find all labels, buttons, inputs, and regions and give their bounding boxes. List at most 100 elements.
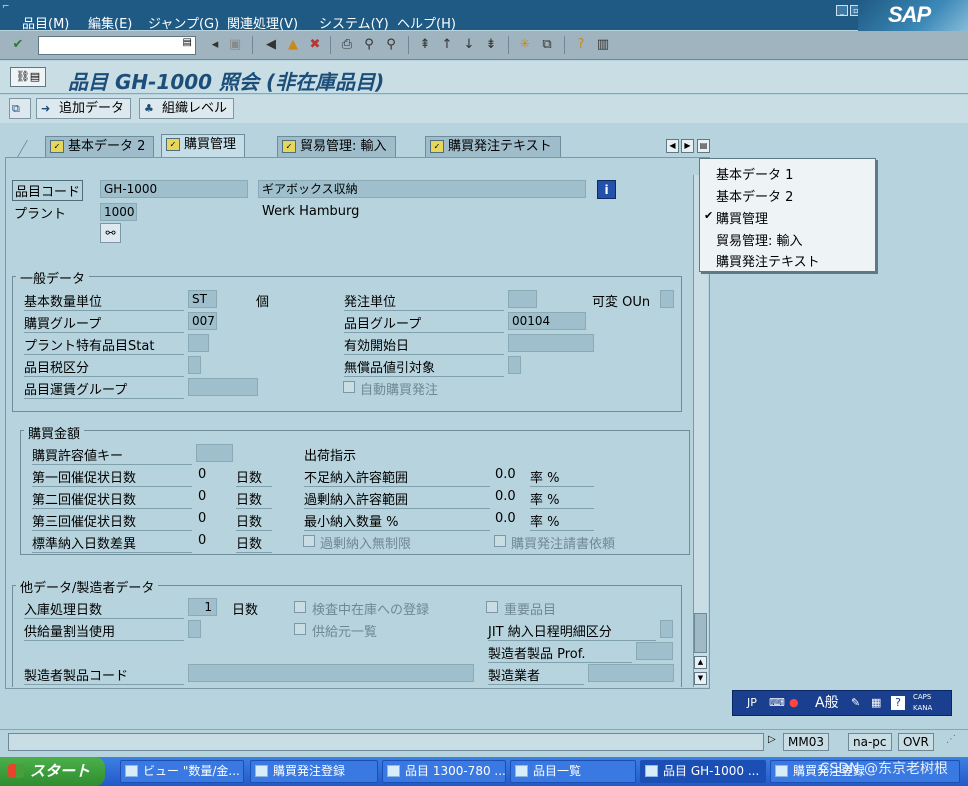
gr-processing-time-field[interactable]: 1 xyxy=(188,598,217,616)
ime-dictionary-icon[interactable]: ▦ xyxy=(871,691,881,715)
variable-order-unit-field[interactable] xyxy=(660,290,674,308)
tab-view-icon: ✓ xyxy=(166,138,180,151)
post-to-inspection-checkbox[interactable] xyxy=(294,601,306,613)
critical-part-checkbox[interactable] xyxy=(486,601,498,613)
system-menu-icon[interactable]: ⌐ xyxy=(2,2,10,12)
plant-field[interactable]: 1000 xyxy=(100,203,137,221)
purchasing-group-field[interactable]: 007 xyxy=(188,312,217,330)
other-material-button[interactable]: ⧉ xyxy=(9,98,31,119)
tab-purchase-order-text[interactable]: ✓ 購買発注テキスト xyxy=(425,136,561,157)
toolbar-separator xyxy=(408,36,409,54)
status-message xyxy=(8,733,764,751)
cancel-icon[interactable]: ✖ xyxy=(306,36,324,54)
tolerance-key-field[interactable] xyxy=(196,444,233,462)
quota-usage-field[interactable] xyxy=(188,620,201,638)
additional-data-label: 追加データ xyxy=(59,101,125,116)
find-next-icon[interactable]: ⚲ xyxy=(382,36,400,54)
info-icon[interactable]: i xyxy=(597,180,616,199)
shortcut-icon[interactable]: ⧉ xyxy=(538,36,556,54)
source-list-checkbox[interactable] xyxy=(294,623,306,635)
mpn-profile-field[interactable] xyxy=(636,642,673,660)
exit-icon[interactable]: ▲ xyxy=(284,36,302,54)
scroll-down-icon[interactable]: ▼ xyxy=(694,672,707,685)
ime-toolbar: JP ⌨ ● A般 ✎ ▦ ? CAPS KANA xyxy=(732,690,952,716)
tab-label: 貿易管理: 輸入 xyxy=(300,139,387,154)
glasses-icon[interactable]: ⚯ xyxy=(100,223,121,243)
last-page-icon[interactable]: ⇟ xyxy=(482,36,500,54)
menu-edit[interactable]: 編集(E) xyxy=(88,13,132,32)
help-icon[interactable]: ? xyxy=(572,36,590,54)
material-field[interactable]: GH-1000 xyxy=(100,180,248,198)
menu-help[interactable]: ヘルプ(H) xyxy=(397,13,456,32)
scroll-up-icon[interactable]: ▲ xyxy=(694,656,707,669)
menu-material[interactable]: 品目(M) xyxy=(22,13,69,32)
tab-purchasing[interactable]: ✓ 購買管理 xyxy=(161,134,246,158)
layout-menu-icon[interactable]: ▥ xyxy=(594,36,612,54)
enter-icon[interactable]: ✔ xyxy=(9,36,27,54)
tab-foreign-trade-import[interactable]: ✓ 貿易管理: 輸入 xyxy=(277,136,396,157)
menu-system[interactable]: システム(Y) xyxy=(319,13,389,32)
taskbar-item[interactable]: 品目一覧 xyxy=(510,760,636,783)
valid-from-field[interactable] xyxy=(508,334,594,352)
dropdown-item-purchasing[interactable]: 購買管理 xyxy=(716,208,768,227)
minimize-icon[interactable]: _ xyxy=(836,5,848,16)
plant-material-status-field[interactable] xyxy=(188,334,209,352)
base-uom-field[interactable]: ST xyxy=(188,290,217,308)
dropdown-item-foreign-trade-import[interactable]: 貿易管理: 輸入 xyxy=(716,230,803,249)
material-label: 品目コード xyxy=(12,180,84,201)
first-page-icon[interactable]: ⇞ xyxy=(416,36,434,54)
ime-pad-icon[interactable]: ● xyxy=(789,691,799,715)
org-levels-button[interactable]: ♣ 組織レベル xyxy=(139,98,235,119)
menu-tree-icon[interactable]: ⛓▤ xyxy=(10,67,46,87)
ime-input-mode[interactable]: A般 xyxy=(815,691,839,715)
discount-in-kind-field[interactable] xyxy=(508,356,521,374)
auto-po-checkbox[interactable] xyxy=(343,381,355,393)
tab-scroll-right-icon[interactable]: ▶ xyxy=(681,139,694,153)
material-group-field[interactable]: 00104 xyxy=(508,312,586,330)
unlimited-overdelivery-checkbox[interactable] xyxy=(303,535,315,547)
dropdown-item-po-text[interactable]: 購買発注テキスト xyxy=(716,251,820,270)
mpn-field[interactable] xyxy=(188,664,474,682)
additional-data-button[interactable]: ➜ 追加データ xyxy=(36,98,132,119)
start-button[interactable]: スタート xyxy=(0,757,105,786)
tab-scroll-left-icon[interactable]: ◀ xyxy=(666,139,679,153)
print-icon[interactable]: ⎙ xyxy=(338,36,356,54)
menu-goto[interactable]: ジャンプ(G) xyxy=(148,13,219,32)
next-page-icon[interactable]: ↓ xyxy=(460,36,478,54)
taskbar-item[interactable]: 購買発注登録 xyxy=(250,760,378,783)
menu-environment[interactable]: 関連処理(V) xyxy=(227,13,298,32)
keyboard-icon[interactable]: ⌨ xyxy=(769,691,785,715)
ime-help-icon[interactable]: ? xyxy=(891,696,905,710)
ime-tools-icon[interactable]: ✎ xyxy=(851,691,860,715)
manufacturer-field[interactable] xyxy=(588,664,674,682)
previous-page-icon[interactable]: ↑ xyxy=(438,36,456,54)
command-field[interactable]: ▤ xyxy=(38,36,196,55)
freight-group-field[interactable] xyxy=(188,378,258,396)
scrollbar-thumb[interactable] xyxy=(694,613,707,653)
material-description-field[interactable]: ギアボックス収納 xyxy=(258,180,586,198)
order-unit-field[interactable] xyxy=(508,290,537,308)
taskbar-item-active[interactable]: 品目 GH-1000 ... xyxy=(640,760,766,783)
tax-indicator-field[interactable] xyxy=(188,356,201,374)
save-icon[interactable]: ▣ xyxy=(226,36,244,54)
taskbar-item[interactable]: ビュー "数量/金... xyxy=(120,760,244,783)
history-icon[interactable]: ▤ xyxy=(183,37,192,48)
tab-overflow-marker xyxy=(17,140,45,157)
taskbar-item[interactable]: 品目 1300-780 ... xyxy=(382,760,506,783)
new-session-icon[interactable]: ✳ xyxy=(516,36,534,54)
dropdown-item-basic-data-2[interactable]: 基本データ 2 xyxy=(716,186,793,205)
tab-list-icon[interactable]: ▤ xyxy=(697,139,710,153)
status-expand-icon[interactable]: ▷ xyxy=(768,734,776,745)
find-icon[interactable]: ⚲ xyxy=(360,36,378,54)
ime-language[interactable]: JP xyxy=(747,691,757,715)
status-insert-mode[interactable]: OVR xyxy=(898,733,934,751)
back-icon[interactable]: ◀ xyxy=(262,36,280,54)
jit-schedule-label: JIT 納入日程明細区分 xyxy=(488,621,656,641)
jit-schedule-field[interactable] xyxy=(660,620,673,638)
scroll-left-icon[interactable]: ◂ xyxy=(206,36,224,54)
tolerance-key-label: 購買許容値キー xyxy=(32,445,192,465)
overdelivery-tolerance-label: 過剰納入許容範囲 xyxy=(304,489,490,509)
tab-basic-data-2[interactable]: ✓ 基本データ 2 xyxy=(45,136,155,157)
dropdown-item-basic-data-1[interactable]: 基本データ 1 xyxy=(716,164,793,183)
acknowledgment-required-checkbox[interactable] xyxy=(494,535,506,547)
